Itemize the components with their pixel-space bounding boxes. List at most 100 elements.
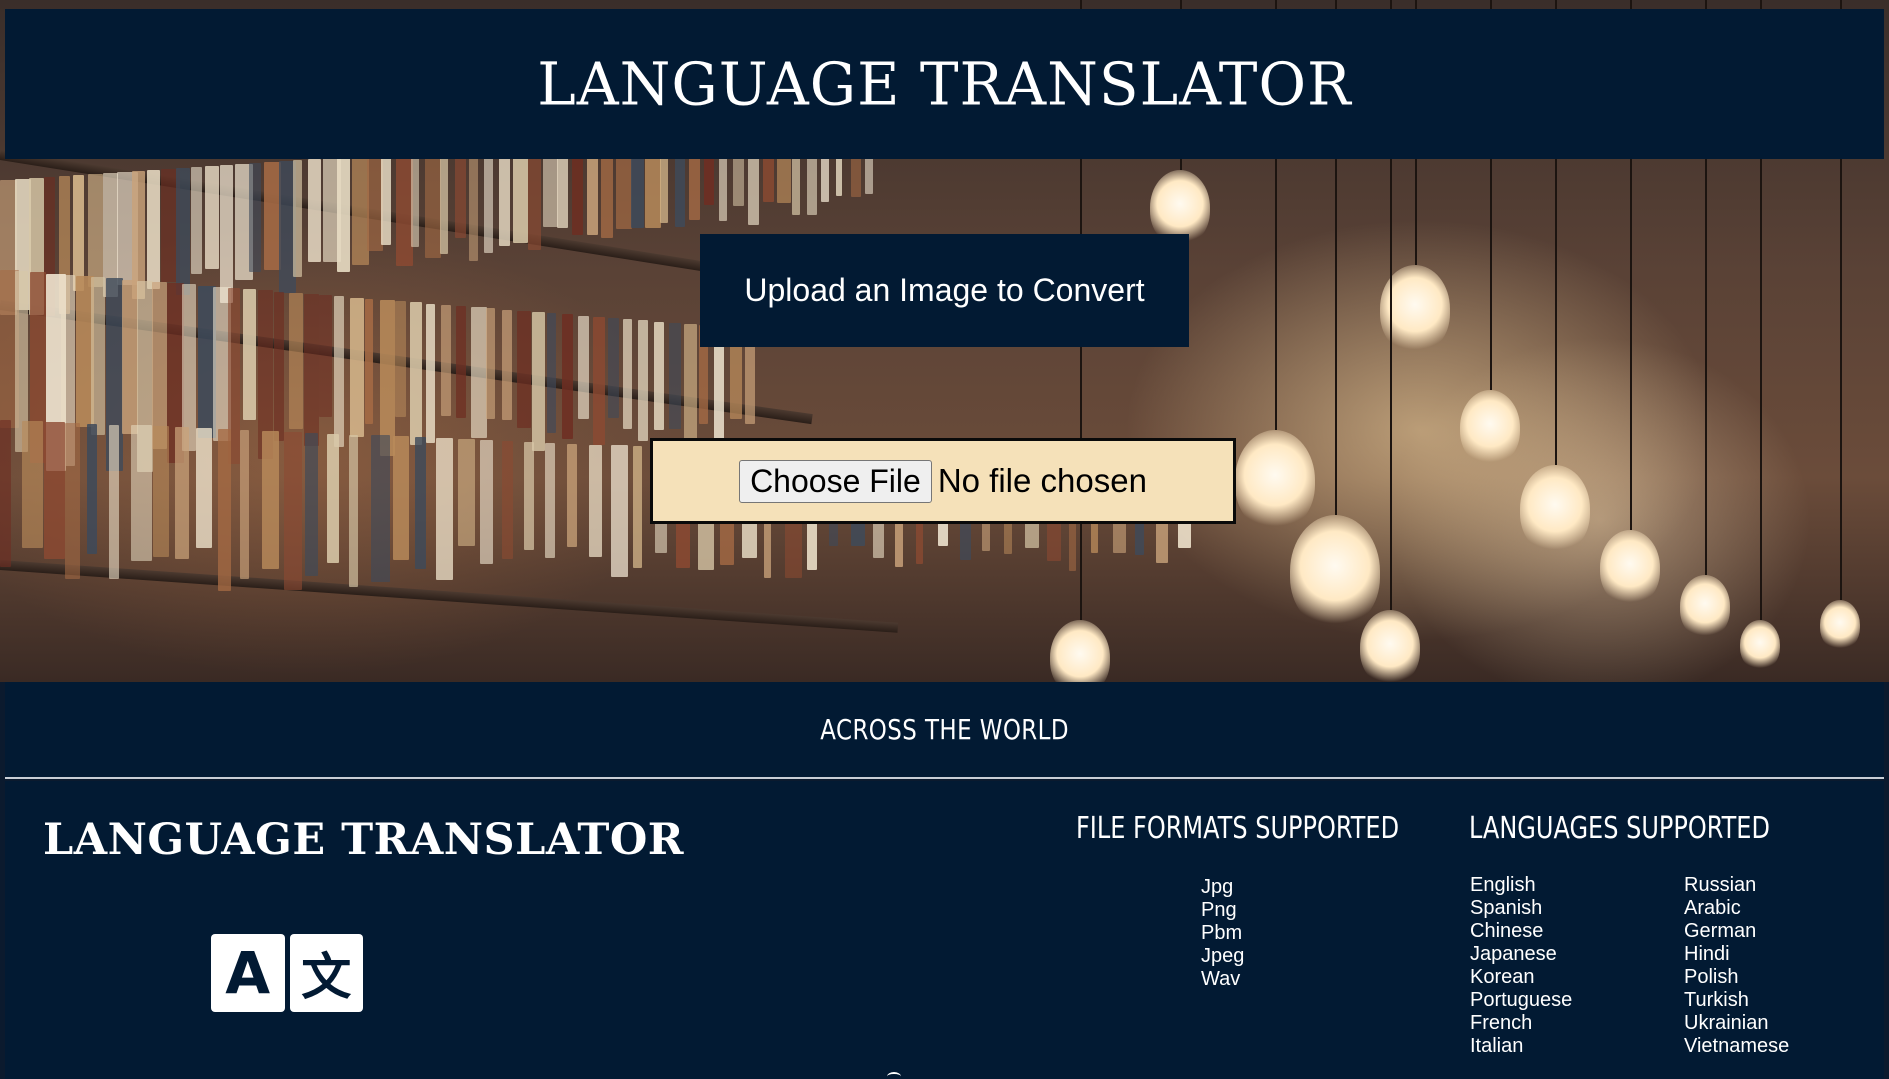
lightbulb [1235, 430, 1315, 530]
book-spine [414, 437, 427, 570]
book-spine [380, 300, 396, 456]
book-spine [305, 432, 318, 577]
book-spine [425, 151, 442, 258]
lightbulb [1460, 390, 1520, 465]
languages-list-col1: English Spanish Chinese Japanese Korean … [1470, 874, 1572, 1058]
book-spine [196, 428, 213, 548]
book-spine [516, 310, 532, 428]
format-item: Wav [1201, 968, 1241, 990]
book-spine [395, 301, 407, 417]
book-spine [501, 440, 513, 560]
page-title: LANGUAGE TRANSLATOR [537, 49, 1352, 119]
book-spine [592, 316, 606, 445]
book-spine [319, 295, 333, 417]
book-spine [273, 291, 284, 441]
language-item: Hindi [1684, 943, 1730, 965]
language-item: Ukrainian [1684, 1012, 1769, 1034]
language-item: Arabic [1684, 897, 1741, 919]
book-spine [349, 297, 365, 438]
format-item: Pbm [1201, 922, 1243, 944]
language-item: Korean [1470, 966, 1535, 988]
logo-letter-a: A [211, 934, 285, 1012]
book-spine [130, 425, 152, 561]
book-spine [370, 435, 391, 582]
book-spine [456, 306, 466, 418]
language-item: Turkish [1684, 989, 1749, 1011]
book-spine [381, 154, 392, 246]
book-spine [240, 430, 250, 579]
book-spine [304, 294, 320, 446]
book-spine [458, 439, 475, 547]
book-spine [220, 165, 233, 303]
book-spine [337, 157, 351, 272]
book-spine [73, 175, 84, 291]
book-spine [249, 163, 261, 272]
book-spine [425, 303, 435, 443]
language-item: Portuguese [1470, 989, 1573, 1011]
book-spine [440, 150, 449, 255]
book-spine [308, 159, 321, 262]
book-spine [65, 422, 80, 579]
book-spine [261, 430, 280, 570]
language-item: French [1470, 1012, 1533, 1034]
book-spine [91, 277, 105, 435]
header-banner: LANGUAGE TRANSLATOR [5, 9, 1884, 159]
lightbulb [1680, 575, 1730, 638]
book-spine [498, 146, 511, 246]
book-spine [589, 444, 603, 557]
book-spine [288, 292, 303, 430]
book-spine [152, 282, 168, 449]
language-item: Japanese [1470, 943, 1557, 965]
book-spine [532, 312, 545, 452]
book-spine [608, 318, 619, 418]
footer: LANGUAGE TRANSLATOR A 文 FILE FORMATS SUP… [5, 781, 1884, 1079]
book-spine [121, 279, 138, 435]
lightbulb [1360, 610, 1420, 685]
book-spine [88, 174, 103, 287]
file-formats-heading: FILE FORMATS SUPPORTED [1076, 811, 1400, 846]
book-spine [410, 152, 420, 247]
book-spine [364, 298, 373, 425]
language-item: English [1470, 874, 1536, 896]
language-item: Spanish [1470, 897, 1543, 919]
book-spine [471, 307, 488, 439]
book-spine [484, 147, 493, 253]
book-spine [349, 434, 358, 588]
lightbulb [1520, 465, 1590, 553]
book-spine [0, 420, 12, 567]
book-spine [146, 170, 160, 289]
language-item: Italian [1470, 1035, 1524, 1057]
languages-heading: LANGUAGES SUPPORTED [1469, 811, 1770, 846]
book-spine [653, 321, 665, 430]
book-spine [501, 309, 512, 420]
language-item: Polish [1684, 966, 1739, 988]
upload-heading: Upload an Image to Convert [700, 234, 1189, 347]
language-item: Vietnamese [1684, 1035, 1790, 1057]
book-spine [668, 322, 681, 429]
choose-file-button[interactable]: Choose File [739, 459, 932, 503]
book-spine [243, 289, 256, 421]
book-spine [523, 441, 534, 551]
languages-list-col2: Russian Arabic German Hindi Polish Turki… [1684, 874, 1789, 1058]
book-spine [176, 168, 190, 296]
book-spine [410, 302, 422, 445]
book-spine [43, 421, 65, 560]
book-spine [152, 426, 169, 558]
book-spine [218, 429, 231, 591]
book-spine [562, 314, 574, 440]
book-spine [545, 442, 555, 558]
across-the-world-banner: ACROSS THE WORLD [5, 682, 1884, 779]
language-item: Russian [1684, 874, 1757, 896]
book-spine [21, 420, 44, 548]
language-item: German [1684, 920, 1757, 942]
book-spine [486, 308, 496, 419]
book-spine [567, 443, 577, 547]
book-spine [610, 445, 628, 577]
book-spine [190, 167, 203, 275]
language-item: Chinese [1470, 920, 1544, 942]
partial-icon [887, 1072, 901, 1079]
lightbulb [1600, 530, 1660, 605]
logo-letter-wen: 文 [289, 934, 363, 1012]
book-spine [440, 304, 451, 417]
book-spine [283, 431, 303, 590]
